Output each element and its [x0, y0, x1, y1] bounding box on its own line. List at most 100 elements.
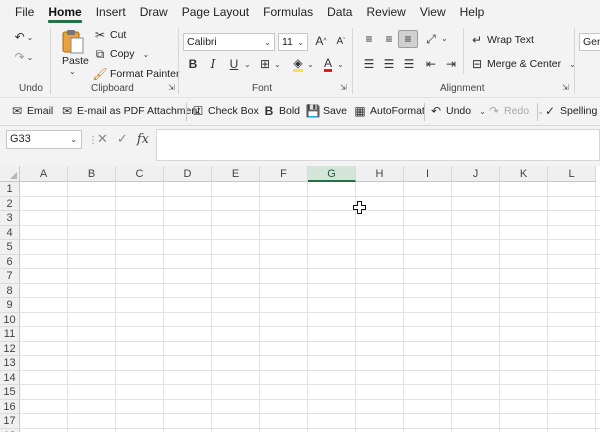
- align-left-icon[interactable]: ☰: [359, 55, 379, 73]
- italic-icon[interactable]: I: [203, 55, 223, 73]
- column-header-c[interactable]: C: [116, 166, 164, 182]
- font-color-dropdown-icon[interactable]: ⌄: [337, 60, 344, 69]
- row-header-9[interactable]: 9: [0, 298, 20, 313]
- save-button[interactable]: 💾 Save: [306, 104, 347, 118]
- align-bottom-icon[interactable]: ≡: [398, 30, 418, 48]
- copy-button[interactable]: ⧉ Copy ⌄: [93, 47, 150, 61]
- row-header-6[interactable]: 6: [0, 254, 20, 269]
- autoformat-button[interactable]: ▦ AutoFormat: [353, 104, 425, 118]
- spelling-icon: ✓: [544, 104, 556, 118]
- align-center-icon[interactable]: ☰: [379, 55, 399, 73]
- menu-home[interactable]: Home: [41, 0, 88, 24]
- row-header-2[interactable]: 2: [0, 196, 20, 211]
- column-header-k[interactable]: K: [500, 166, 548, 182]
- column-header-j[interactable]: J: [452, 166, 500, 182]
- row-header-17[interactable]: 17: [0, 414, 20, 429]
- align-middle-icon[interactable]: ≡: [379, 30, 399, 48]
- menu-help[interactable]: Help: [453, 0, 492, 24]
- select-all-corner[interactable]: [0, 166, 20, 182]
- spelling-button[interactable]: ✓ Spelling: [543, 104, 597, 118]
- column-header-d[interactable]: D: [164, 166, 212, 182]
- menu-draw[interactable]: Draw: [133, 0, 175, 24]
- fill-color-icon[interactable]: ◈: [288, 55, 308, 73]
- menu-page-layout[interactable]: Page Layout: [175, 0, 256, 24]
- font-color-icon[interactable]: A: [318, 55, 338, 73]
- decrease-indent-icon[interactable]: ⇤: [421, 55, 441, 73]
- column-header-f[interactable]: F: [260, 166, 308, 182]
- check-box-button[interactable]: ☑ Check Box: [191, 104, 259, 118]
- divider: [352, 28, 353, 94]
- formula-input[interactable]: [156, 129, 600, 161]
- orientation-icon[interactable]: ⤢: [421, 30, 441, 48]
- column-header-h[interactable]: H: [356, 166, 404, 182]
- undo-qat-button[interactable]: ↶ Undo ⌄: [429, 104, 486, 118]
- borders-icon[interactable]: ⊞: [255, 55, 275, 73]
- increase-font-icon[interactable]: A ^: [311, 32, 331, 50]
- column-header-b[interactable]: B: [68, 166, 116, 182]
- paste-button[interactable]: Paste: [62, 55, 89, 67]
- column-gridline: [259, 182, 260, 432]
- row-header-1[interactable]: 1: [0, 182, 20, 197]
- cancel-icon[interactable]: ✕: [97, 131, 108, 147]
- bold-qat-button[interactable]: B Bold: [262, 104, 300, 118]
- underline-dropdown-icon[interactable]: ⌄: [244, 60, 251, 69]
- increase-indent-icon[interactable]: ⇥: [441, 55, 461, 73]
- name-box[interactable]: G33 ⌄: [6, 130, 82, 149]
- alignment-launcher-icon[interactable]: ⇲: [562, 83, 571, 92]
- cut-button[interactable]: ✂ Cut: [93, 28, 126, 42]
- clipboard-launcher-icon[interactable]: ⇲: [168, 83, 177, 92]
- menu-formulas[interactable]: Formulas: [256, 0, 320, 24]
- decrease-font-icon[interactable]: Aˇ: [331, 32, 351, 50]
- cell-area[interactable]: [20, 182, 600, 432]
- number-format-select[interactable]: Gene: [579, 33, 600, 51]
- check-box-label: Check Box: [208, 105, 259, 117]
- merge-center-button[interactable]: ⊟ Merge & Center ⌄: [470, 57, 576, 71]
- column-gridline: [163, 182, 164, 432]
- row-header-11[interactable]: 11: [0, 327, 20, 342]
- font-family-select[interactable]: Calibri ⌄: [183, 33, 275, 51]
- row-header-5[interactable]: 5: [0, 240, 20, 255]
- row-header-3[interactable]: 3: [0, 211, 20, 226]
- menu-view[interactable]: View: [413, 0, 453, 24]
- copy-label: Copy: [110, 48, 135, 60]
- format-painter-button[interactable]: 🖌 Format Painter: [92, 67, 179, 81]
- align-right-icon[interactable]: ☰: [399, 55, 419, 73]
- bold-icon[interactable]: B: [183, 55, 203, 73]
- row-header-4[interactable]: 4: [0, 225, 20, 240]
- column-header-e[interactable]: E: [212, 166, 260, 182]
- font-launcher-icon[interactable]: ⇲: [340, 83, 349, 92]
- enter-icon[interactable]: ✓: [117, 131, 128, 147]
- insert-function-icon[interactable]: fx: [137, 132, 149, 147]
- email-pdf-button[interactable]: ✉ E-mail as PDF Attachment: [60, 104, 200, 118]
- paste-icon[interactable]: [60, 28, 86, 56]
- underline-icon[interactable]: U: [224, 55, 244, 73]
- row-header-15[interactable]: 15: [0, 385, 20, 400]
- paste-dropdown-icon[interactable]: ⌄: [69, 67, 76, 76]
- redo-qat-button[interactable]: ↷ Redo ⌄: [487, 104, 544, 118]
- row-header-10[interactable]: 10: [0, 312, 20, 327]
- column-header-g[interactable]: G: [308, 166, 356, 182]
- font-size-select[interactable]: 11 ⌄: [278, 33, 308, 51]
- column-header-l[interactable]: L: [548, 166, 596, 182]
- menu-insert[interactable]: Insert: [89, 0, 133, 24]
- align-top-icon[interactable]: ≡: [359, 30, 379, 48]
- menu-data[interactable]: Data: [320, 0, 359, 24]
- row-header-13[interactable]: 13: [0, 356, 20, 371]
- row-header-18[interactable]: 18: [0, 428, 20, 432]
- wrap-text-button[interactable]: ↵ Wrap Text: [470, 33, 534, 47]
- email-button[interactable]: ✉ Email: [10, 104, 53, 118]
- undo-icon[interactable]: ↶ ⌄: [14, 28, 34, 46]
- menu-file[interactable]: File: [8, 0, 41, 24]
- row-header-8[interactable]: 8: [0, 283, 20, 298]
- redo-icon[interactable]: ↷ ⌄: [14, 48, 34, 66]
- row-header-14[interactable]: 14: [0, 370, 20, 385]
- row-header-7[interactable]: 7: [0, 269, 20, 284]
- orientation-dropdown-icon[interactable]: ⌄: [441, 34, 448, 43]
- menu-review[interactable]: Review: [359, 0, 412, 24]
- column-header-i[interactable]: I: [404, 166, 452, 182]
- fill-color-dropdown-icon[interactable]: ⌄: [307, 60, 314, 69]
- row-header-12[interactable]: 12: [0, 341, 20, 356]
- row-header-16[interactable]: 16: [0, 399, 20, 414]
- column-header-a[interactable]: A: [20, 166, 68, 182]
- borders-dropdown-icon[interactable]: ⌄: [274, 60, 281, 69]
